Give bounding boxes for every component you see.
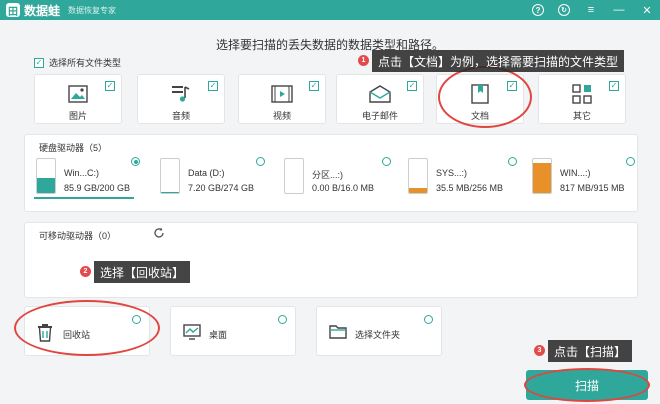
- minimize-icon[interactable]: —: [612, 3, 626, 17]
- drive-usage-bar: [533, 162, 551, 193]
- file-type-label: 图片: [68, 111, 87, 121]
- select-all-label: 选择所有文件类型: [49, 58, 122, 68]
- file-type-label: 其它: [572, 111, 591, 121]
- help-icon[interactable]: ?: [532, 4, 544, 16]
- location-radio[interactable]: [424, 315, 433, 324]
- hard-drive-icon: [408, 158, 428, 194]
- app-subtitle: 数据恢复专家: [68, 5, 117, 15]
- step-number-badge: 3: [534, 345, 545, 356]
- drive-size: 7.20 GB/274 GB: [188, 183, 255, 193]
- drive-radio[interactable]: [256, 157, 265, 166]
- video-icon: [271, 83, 293, 105]
- drive-size: 35.5 MB/256 MB: [436, 183, 504, 193]
- annotation-ring-scan: [524, 368, 650, 402]
- logo-icon: 田: [6, 3, 20, 18]
- drive-item[interactable]: SYS...:) 35.5 MB/256 MB: [408, 156, 518, 200]
- register-icon[interactable]: ↻: [558, 4, 570, 16]
- hard-drive-icon: [284, 158, 304, 194]
- folder-icon: [329, 324, 347, 342]
- image-icon: [67, 83, 89, 105]
- drive-radio[interactable]: [626, 157, 635, 166]
- drive-usage-bar: [37, 178, 55, 193]
- drive-size: 85.9 GB/200 GB: [64, 183, 131, 193]
- checkbox-checked-icon[interactable]: ✓: [208, 81, 218, 91]
- hard-drives-title: 硬盘驱动器（5）: [39, 143, 108, 153]
- drive-radio[interactable]: [508, 157, 517, 166]
- drive-usage-bar: [161, 191, 179, 193]
- file-type-email[interactable]: ✓ 电子邮件: [336, 74, 424, 124]
- select-all-checkbox[interactable]: ✓ 选择所有文件类型: [34, 56, 121, 69]
- drive-name: Win...C:): [64, 168, 99, 178]
- removable-drives-title: 可移动驱动器（0）: [39, 231, 117, 241]
- checkbox-checked-icon: ✓: [34, 57, 44, 68]
- app-name: 数据蛙: [24, 3, 61, 18]
- email-icon: [369, 83, 391, 105]
- file-type-audio[interactable]: ✓ 音频: [137, 74, 225, 124]
- selected-drive-indicator: [34, 197, 134, 199]
- title-bar: 田 数据蛙 数据恢复专家 ? ↻ ≡ — ✕: [0, 0, 660, 20]
- checkbox-checked-icon[interactable]: ✓: [609, 81, 619, 91]
- step-number-badge: 2: [80, 266, 91, 277]
- hard-drive-icon: [532, 158, 552, 194]
- file-type-image[interactable]: ✓ 图片: [34, 74, 122, 124]
- annotation-tip: 选择【回收站】: [94, 261, 191, 283]
- drive-item[interactable]: Win...C:) 85.9 GB/200 GB: [36, 156, 146, 200]
- drive-size: 817 MB/915 MB: [560, 183, 625, 193]
- menu-icon[interactable]: ≡: [584, 3, 598, 17]
- location-desktop[interactable]: 桌面: [170, 306, 296, 356]
- drive-name: 分区...:): [312, 170, 343, 180]
- drive-item[interactable]: Data (D:) 7.20 GB/274 GB: [160, 156, 270, 200]
- location-label: 选择文件夹: [355, 330, 401, 340]
- drive-name: WIN...:): [560, 168, 591, 178]
- close-icon[interactable]: ✕: [640, 3, 654, 17]
- drive-name: Data (D:): [188, 168, 225, 178]
- drive-name: SYS...:): [436, 168, 468, 178]
- location-select-folder[interactable]: 选择文件夹: [316, 306, 442, 356]
- step-number-badge: 1: [358, 55, 369, 66]
- drive-item[interactable]: WIN...:) 817 MB/915 MB: [532, 156, 632, 200]
- others-icon: [571, 83, 593, 105]
- refresh-icon[interactable]: [153, 227, 165, 239]
- desktop-icon: [183, 324, 201, 342]
- music-icon: [170, 83, 192, 105]
- file-type-label: 音频: [171, 111, 190, 121]
- location-label: 桌面: [209, 330, 228, 340]
- drive-radio[interactable]: [131, 157, 140, 166]
- annotation-ring-document: [438, 66, 532, 128]
- file-type-label: 视频: [272, 111, 291, 121]
- drive-size: 0.00 B/16.0 MB: [312, 183, 375, 193]
- checkbox-checked-icon[interactable]: ✓: [105, 81, 115, 91]
- file-type-grid: ✓ 图片 ✓ 音频 ✓ 视频 ✓ 电子邮件 ✓ 文档 ✓ 其它: [34, 74, 638, 124]
- drive-item[interactable]: 分区...:) 0.00 B/16.0 MB: [284, 156, 394, 200]
- app-logo: 田 数据蛙 数据恢复专家: [6, 2, 116, 19]
- hard-drive-icon: [160, 158, 180, 194]
- file-type-others[interactable]: ✓ 其它: [538, 74, 626, 124]
- checkbox-checked-icon[interactable]: ✓: [309, 81, 319, 91]
- location-radio[interactable]: [278, 315, 287, 324]
- annotation-tip: 点击【文档】为例，选择需要扫描的文件类型: [372, 50, 625, 72]
- annotation-tip: 点击【扫描】: [548, 340, 633, 362]
- annotation-ring-recycle-bin: [14, 300, 160, 356]
- file-type-label: 电子邮件: [361, 111, 398, 121]
- hard-drive-icon: [36, 158, 56, 194]
- drive-radio[interactable]: [382, 157, 391, 166]
- drive-usage-bar: [409, 188, 427, 193]
- file-type-video[interactable]: ✓ 视频: [238, 74, 326, 124]
- removable-drives-panel: 可移动驱动器（0）: [24, 222, 638, 298]
- checkbox-checked-icon[interactable]: ✓: [407, 81, 417, 91]
